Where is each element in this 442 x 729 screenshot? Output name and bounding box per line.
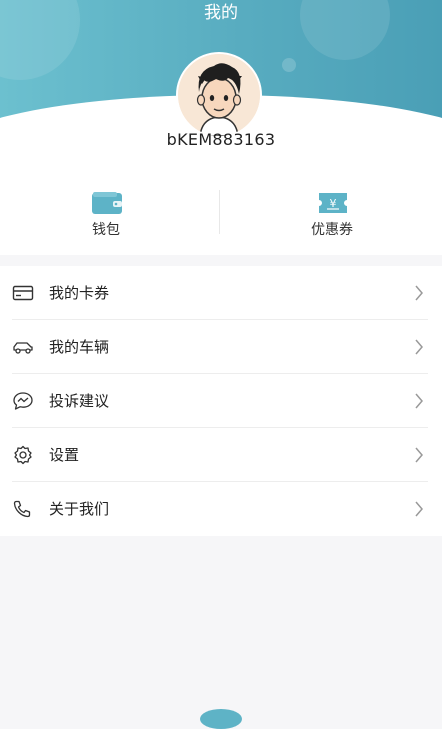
page-title: 我的 (204, 3, 238, 23)
chevron-right-icon (415, 285, 423, 301)
menu-item-settings[interactable]: 设置 (0, 428, 442, 482)
coupon-label: 优惠券 (311, 222, 353, 238)
chevron-right-icon (415, 393, 423, 409)
chat-bubble-icon (13, 392, 33, 410)
car-icon (13, 342, 33, 354)
card-icon (12, 285, 34, 301)
menu-item-my-vehicles[interactable]: 我的车辆 (0, 320, 442, 374)
menu-item-about-us[interactable]: 关于我们 (0, 482, 442, 536)
menu-item-label: 我的卡券 (49, 284, 110, 302)
menu-item-label: 关于我们 (49, 500, 110, 518)
cartoon-boy-avatar-icon (178, 54, 260, 136)
chevron-right-icon (415, 501, 423, 517)
username: bKEM883163 (166, 130, 276, 149)
chevron-right-icon (415, 339, 423, 355)
menu-item-label: 设置 (49, 446, 80, 464)
coupon-button[interactable]: ¥ 优惠券 (232, 185, 432, 245)
bottom-tab-indicator (200, 709, 242, 729)
coupon-icon: ¥ (319, 193, 347, 213)
header-decoration (282, 58, 296, 72)
quick-actions-divider (219, 190, 220, 234)
wallet-button[interactable]: 钱包 (6, 185, 206, 245)
chevron-right-icon (415, 447, 423, 463)
avatar[interactable] (176, 52, 262, 138)
menu-item-my-cards[interactable]: 我的卡券 (0, 266, 442, 320)
wallet-icon (92, 192, 122, 214)
menu-list: 我的卡券 我的车辆 投诉建议 设置 关于我们 (0, 266, 442, 536)
wallet-label: 钱包 (92, 222, 120, 238)
menu-item-label: 我的车辆 (49, 338, 110, 356)
quick-actions: 钱包 ¥ 优惠券 (0, 185, 442, 245)
menu-item-feedback[interactable]: 投诉建议 (0, 374, 442, 428)
menu-item-label: 投诉建议 (49, 392, 110, 410)
phone-icon (13, 500, 31, 518)
svg-text:¥: ¥ (330, 197, 337, 210)
gear-icon (14, 445, 32, 465)
